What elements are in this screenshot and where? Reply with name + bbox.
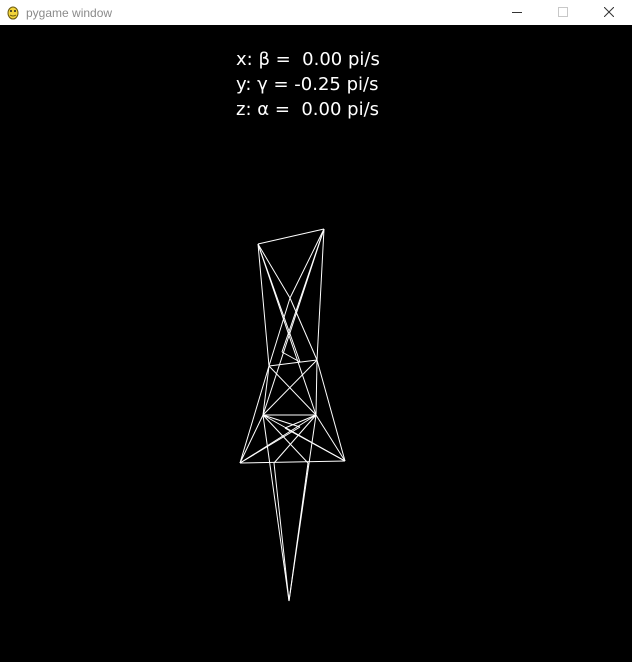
wire-edge bbox=[268, 365, 317, 416]
wireframe-model bbox=[239, 228, 346, 602]
wire-edge bbox=[268, 359, 318, 367]
wire-edge bbox=[273, 462, 290, 602]
wire-edge bbox=[257, 243, 270, 367]
wire-edge bbox=[262, 365, 270, 416]
wire-edge bbox=[239, 460, 346, 464]
wire-edge bbox=[315, 414, 346, 462]
wire-edge bbox=[257, 228, 325, 245]
wire-edge bbox=[288, 462, 309, 602]
wire-edge bbox=[281, 228, 325, 353]
wire-edge bbox=[284, 427, 346, 462]
wire-edge bbox=[315, 359, 318, 416]
wire-edge bbox=[284, 414, 317, 429]
maximize-icon bbox=[558, 4, 568, 22]
wire-edge bbox=[257, 243, 301, 363]
pygame-snake-icon bbox=[6, 6, 20, 20]
minimize-icon bbox=[512, 4, 522, 22]
render-canvas[interactable]: x: β = 0.00 pi/s y: γ = -0.25 pi/s z: α … bbox=[0, 25, 632, 662]
wire-edge bbox=[316, 359, 346, 462]
maximize-button[interactable] bbox=[540, 0, 586, 25]
title-bar[interactable]: pygame window bbox=[0, 0, 632, 25]
minimize-button[interactable] bbox=[494, 0, 540, 25]
pygame-window: pygame window x: β = 0.00 pi/s y: γ = -0… bbox=[0, 0, 632, 662]
window-title: pygame window bbox=[26, 5, 113, 20]
window-controls bbox=[494, 0, 632, 25]
wire-edge bbox=[289, 228, 325, 299]
wire-edge bbox=[262, 414, 290, 602]
close-icon bbox=[603, 4, 615, 22]
close-button[interactable] bbox=[586, 0, 632, 25]
